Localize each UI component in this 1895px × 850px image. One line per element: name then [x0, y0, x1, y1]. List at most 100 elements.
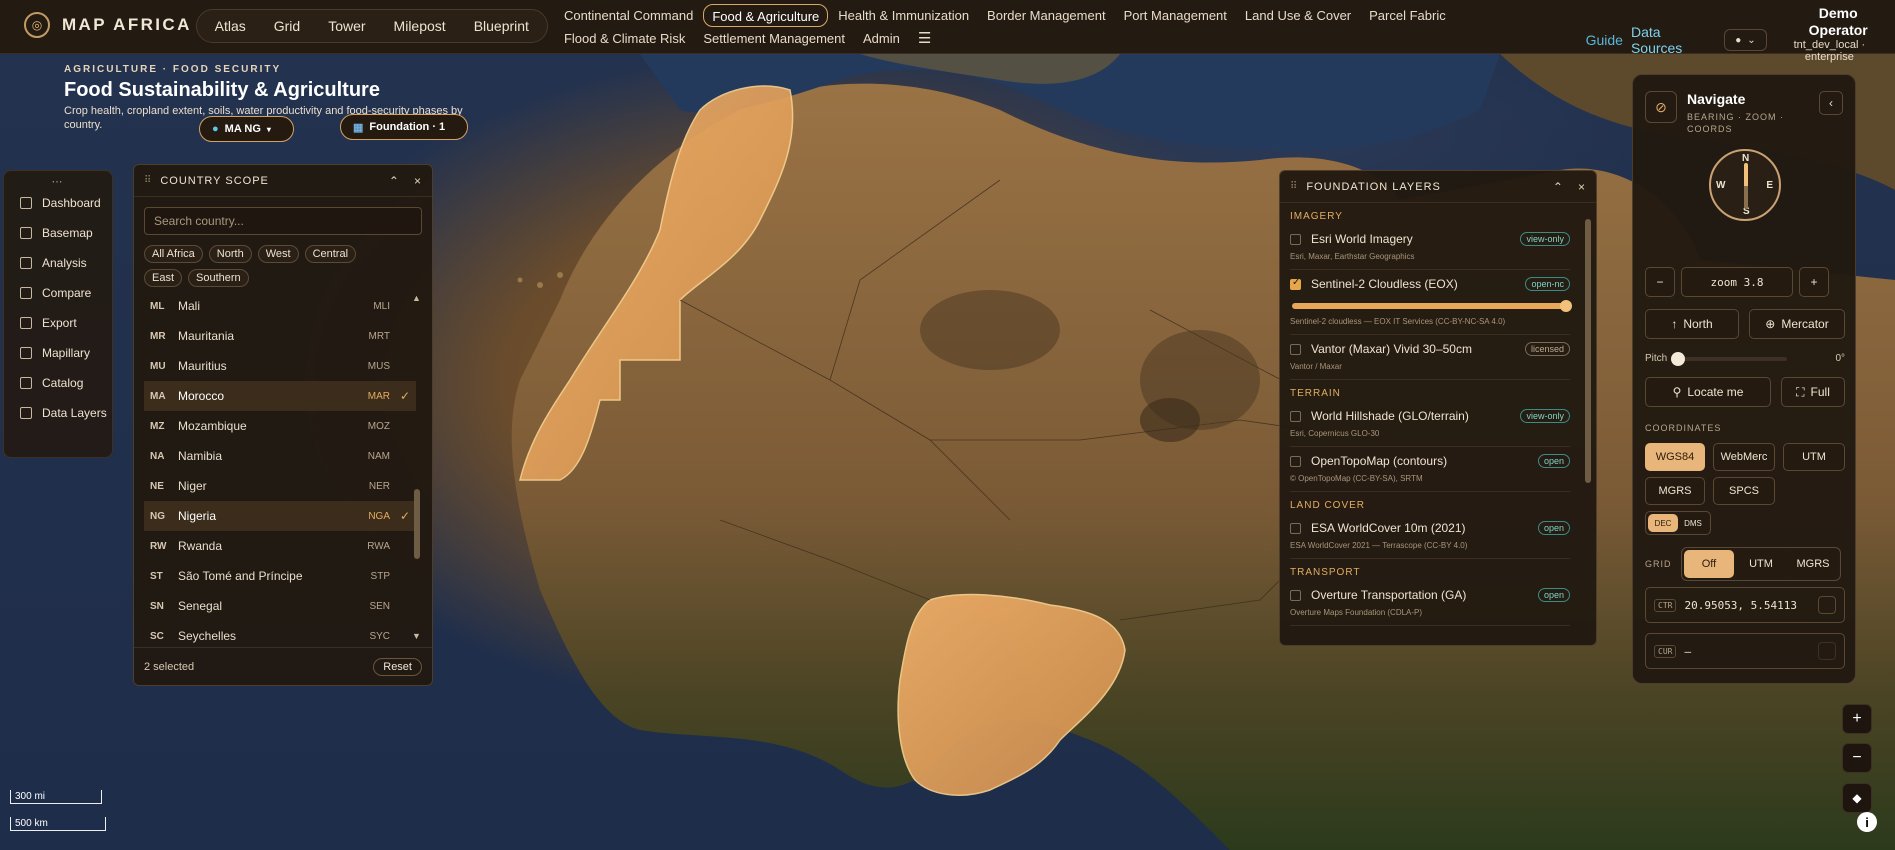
map-zoom-in-button[interactable]: +	[1842, 704, 1872, 734]
mode-milepost[interactable]: Milepost	[380, 13, 460, 39]
close-icon[interactable]: ×	[1578, 180, 1586, 194]
coord-webmerc[interactable]: WebMerc	[1713, 443, 1775, 471]
tab-food-agriculture[interactable]: Food & Agriculture	[703, 4, 829, 27]
scope-chip[interactable]: ● MA NG ▾	[199, 116, 294, 142]
map-zoom-out-button[interactable]: −	[1842, 743, 1872, 773]
tab-land-use-cover[interactable]: Land Use & Cover	[1237, 4, 1359, 27]
hamburger-icon[interactable]: ☰	[910, 27, 939, 50]
collapse-panel-button[interactable]: ‹	[1819, 91, 1843, 115]
country-row[interactable]: NA Namibia NAM	[144, 441, 416, 471]
info-icon[interactable]: i	[1857, 812, 1877, 832]
country-row[interactable]: MZ Mozambique MOZ	[144, 411, 416, 441]
copy-icon[interactable]	[1818, 642, 1836, 660]
layer-checkbox[interactable]	[1290, 343, 1301, 355]
scroll-thumb[interactable]	[414, 489, 420, 559]
format-dec[interactable]: DEC	[1648, 514, 1678, 532]
layer-checkbox[interactable]	[1290, 277, 1301, 290]
country-scope-header[interactable]: ⠿ COUNTRY SCOPE ⌃ ×	[134, 165, 432, 197]
mode-blueprint[interactable]: Blueprint	[460, 13, 543, 39]
coord-spcs[interactable]: SPCS	[1713, 477, 1775, 505]
filter-west[interactable]: West	[257, 245, 299, 263]
foundation-layers-header[interactable]: ⠿ FOUNDATION LAYERS ⌃ ×	[1280, 171, 1596, 203]
country-row[interactable]: ST São Tomé and Príncipe STP	[144, 561, 416, 591]
projection-button[interactable]: ⊕ Mercator	[1749, 309, 1845, 339]
copy-icon[interactable]	[1818, 596, 1836, 614]
mode-grid[interactable]: Grid	[260, 13, 314, 39]
layer-list-scrollbar[interactable]	[1584, 207, 1592, 645]
pitch-slider[interactable]	[1671, 351, 1788, 366]
collapse-icon[interactable]: ⌃	[389, 174, 400, 188]
tab-flood-climate-risk[interactable]: Flood & Climate Risk	[556, 27, 693, 50]
close-icon[interactable]: ×	[414, 174, 422, 188]
grid-utm[interactable]: UTM	[1736, 550, 1786, 578]
foundation-chip[interactable]: ▦ Foundation · 1	[340, 114, 468, 140]
scroll-down-icon[interactable]: ▼	[412, 631, 421, 641]
tab-port-management[interactable]: Port Management	[1116, 4, 1235, 27]
tab-admin[interactable]: Admin	[855, 27, 908, 50]
grid-mgrs[interactable]: MGRS	[1788, 550, 1838, 578]
country-row[interactable]: MA Morocco MAR ✓	[144, 381, 416, 411]
tab-parcel-fabric[interactable]: Parcel Fabric	[1361, 4, 1454, 27]
user-menu[interactable]: Demo Operator tnt_dev_local · enterprise	[1787, 5, 1889, 63]
tab-health-immunization[interactable]: Health & Immunization	[830, 4, 977, 27]
layer-checkbox[interactable]	[1290, 522, 1301, 534]
layer-section-title: TRANSPORT	[1290, 567, 1361, 578]
layer-opacity-slider[interactable]	[1292, 300, 1572, 312]
country-row[interactable]: SN Senegal SEN	[144, 591, 416, 621]
tab-border-management[interactable]: Border Management	[979, 4, 1114, 27]
drag-handle-icon[interactable]: ⠿	[144, 175, 152, 186]
north-button[interactable]: ↑ North	[1645, 309, 1739, 339]
layer-checkbox[interactable]	[1290, 233, 1301, 245]
rail-item-compare[interactable]: Compare	[4, 278, 112, 308]
reset-button[interactable]: Reset	[373, 657, 422, 676]
layer-checkbox[interactable]	[1290, 410, 1301, 422]
country-row[interactable]: RW Rwanda RWA	[144, 531, 416, 561]
tab-settlement-management[interactable]: Settlement Management	[695, 27, 853, 50]
coord-wgs84[interactable]: WGS84	[1645, 443, 1705, 471]
mode-tower[interactable]: Tower	[314, 13, 379, 39]
coord-utm[interactable]: UTM	[1783, 443, 1845, 471]
guide-link[interactable]: Guide	[1586, 32, 1623, 48]
coord-mgrs[interactable]: MGRS	[1645, 477, 1705, 505]
filter-central[interactable]: Central	[304, 245, 357, 263]
collapse-icon[interactable]: ⌃	[1553, 180, 1564, 194]
brand[interactable]: ◎ MAP AFRICA	[0, 0, 196, 38]
rail-item-mapillary[interactable]: Mapillary	[4, 338, 112, 368]
mode-atlas[interactable]: Atlas	[201, 13, 260, 39]
country-row[interactable]: MR Mauritania MRT	[144, 321, 416, 351]
theme-toggle[interactable]: ● ⌄	[1723, 29, 1768, 51]
format-dms[interactable]: DMS	[1678, 514, 1708, 532]
drag-handle-icon[interactable]: ⋯	[4, 175, 112, 188]
rail-item-basemap[interactable]: Basemap	[4, 218, 112, 248]
filter-north[interactable]: North	[208, 245, 252, 263]
rail-item-analysis[interactable]: Analysis	[4, 248, 112, 278]
rail-item-export[interactable]: Export	[4, 308, 112, 338]
reset-bearing-icon[interactable]: ◆	[1842, 783, 1872, 813]
drag-handle-icon[interactable]: ⠿	[1290, 181, 1298, 192]
tab-continental-command[interactable]: Continental Command	[556, 4, 701, 27]
rail-item-data-layers[interactable]: Data Layers	[4, 398, 112, 428]
country-list-scrollbar[interactable]: ▲ ▼	[412, 293, 422, 641]
scroll-up-icon[interactable]: ▲	[412, 293, 421, 303]
zoom-in-button[interactable]: +	[1799, 267, 1829, 297]
zoom-out-button[interactable]: −	[1645, 267, 1675, 297]
country-search-input[interactable]	[144, 207, 422, 235]
grid-off[interactable]: Off	[1684, 550, 1734, 578]
pitch-slider-thumb[interactable]	[1671, 351, 1686, 366]
rail-item-dashboard[interactable]: Dashboard	[4, 188, 112, 218]
country-row[interactable]: ML Mali MLI	[144, 291, 416, 321]
fullscreen-button[interactable]: ⛶ Full	[1781, 377, 1845, 407]
filter-southern[interactable]: Southern	[188, 269, 249, 287]
data-sources-link[interactable]: Data Sources	[1631, 24, 1716, 56]
country-row[interactable]: MU Mauritius MUS	[144, 351, 416, 381]
rail-item-catalog[interactable]: Catalog	[4, 368, 112, 398]
scroll-thumb[interactable]	[1585, 219, 1591, 483]
compass-rose[interactable]: N S E W	[1709, 149, 1781, 221]
filter-all-africa[interactable]: All Africa	[144, 245, 203, 263]
country-row[interactable]: NE Niger NER	[144, 471, 416, 501]
layer-checkbox[interactable]	[1290, 455, 1301, 467]
locate-me-button[interactable]: ⚲ Locate me	[1645, 377, 1771, 407]
filter-east[interactable]: East	[144, 269, 183, 287]
layer-checkbox[interactable]	[1290, 589, 1301, 601]
country-row[interactable]: NG Nigeria NGA ✓	[144, 501, 416, 531]
